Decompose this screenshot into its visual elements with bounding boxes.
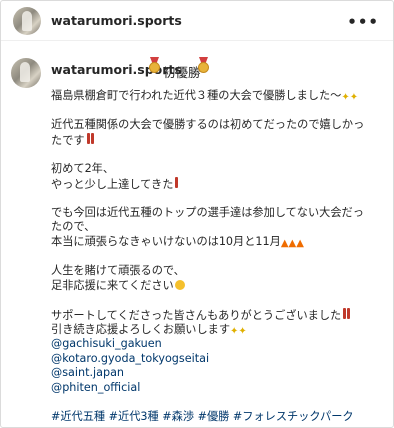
double-exclamation-icon xyxy=(86,132,94,149)
caption-line: 本当に頑張らなきゃいけないのは10月と11月▲▲▲ xyxy=(51,235,371,250)
caption-line: やっと少し上達してきた xyxy=(51,176,371,193)
caption-title: 初優勝 xyxy=(163,65,201,80)
caption-line: たです xyxy=(51,132,371,149)
double-exclamation-icon xyxy=(342,307,351,324)
caption-line: でも今回は近代五種のトップの選手達は参加してない大会だっ xyxy=(51,205,364,219)
sparkle-icon: ✦✦ xyxy=(230,325,247,337)
post-header: watarumori.sports ••• xyxy=(1,1,393,41)
mention-link[interactable]: @saint.japan xyxy=(51,366,371,381)
exclamation-icon xyxy=(174,176,179,193)
caption-body: 福島県棚倉町で行われた近代３種の大会で優勝しました〜✦✦ 近代五種関係の大会で優… xyxy=(51,89,371,425)
medal-icon xyxy=(148,57,161,74)
profile-avatar[interactable] xyxy=(13,7,41,35)
medal-icon xyxy=(197,57,210,74)
caption-line: 足非応援に来てください xyxy=(51,279,371,294)
caption-line: 引き続き応援よろしくお願いします✦✦ xyxy=(51,323,371,338)
caption-line: サポートしてくださった皆さんもありがとうございました xyxy=(51,307,371,324)
header-username[interactable]: watarumori.sports xyxy=(51,13,182,28)
sparkle-icon: ✦✦ xyxy=(341,92,359,103)
mention-link[interactable]: @phiten_official xyxy=(51,381,371,396)
caption-line: 人生を賭けて頑張るので、 xyxy=(51,264,185,278)
caption-line: 近代五種関係の大会で優勝するのは初めてだったので嬉しかっ xyxy=(51,118,365,132)
caption-line: たので、 xyxy=(51,220,96,234)
caption-avatar[interactable] xyxy=(11,58,41,88)
mention-link[interactable]: @gachisuki_gakuen xyxy=(51,337,371,352)
mention-link[interactable]: @kotaro.gyoda_tokyogseitai xyxy=(51,352,371,367)
caption-line: 初めて2年、 xyxy=(51,161,115,175)
grinning-face-icon xyxy=(174,279,185,290)
more-options-icon[interactable]: ••• xyxy=(347,13,379,31)
fire-icon: ▲▲▲ xyxy=(280,237,304,249)
instagram-post: watarumori.sports ••• watarumori.sports … xyxy=(0,0,394,428)
hashtags[interactable]: #近代五種 #近代3種 #森渉 #優勝 #フォレスチックパーク xyxy=(51,410,371,425)
caption-line: 福島県棚倉町で行われた近代３種の大会で優勝しました〜✦✦ xyxy=(51,89,371,104)
